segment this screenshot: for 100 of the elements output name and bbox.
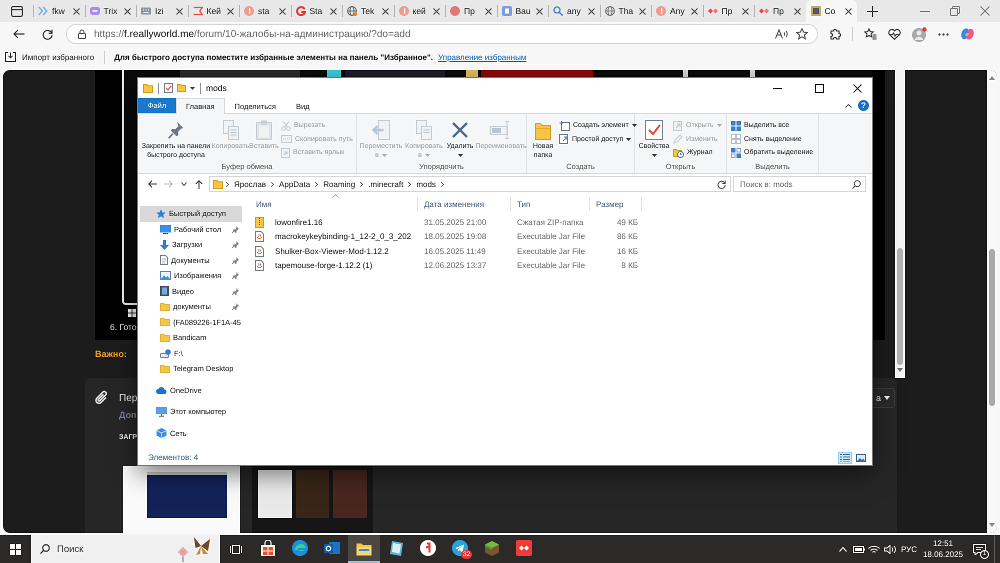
browser-tab[interactable]: Izi [136, 0, 188, 22]
puzzle-icon[interactable] [829, 28, 841, 40]
close-icon[interactable] [382, 8, 388, 14]
close-icon[interactable] [690, 8, 698, 14]
new-item-icon[interactable] [559, 120, 570, 131]
close-icon[interactable] [742, 8, 749, 14]
browser-tab[interactable]: fkw [33, 0, 84, 22]
read-aloud-icon[interactable] [775, 29, 788, 39]
refresh-icon[interactable] [717, 180, 726, 188]
close-icon[interactable] [227, 8, 234, 14]
import-favorites-button[interactable]: Импорт избранного [5, 48, 98, 66]
taskbar-search-field[interactable]: Поиск [31, 535, 220, 563]
search-field[interactable]: Поиск в: mods [733, 176, 866, 192]
dropdown-button[interactable]: а [873, 388, 895, 408]
screenshot-drawing[interactable] [252, 466, 373, 533]
more-icon[interactable] [938, 32, 949, 36]
up-arrow-icon[interactable] [195, 180, 204, 188]
breadcrumb-item[interactable]: AppData [277, 180, 312, 188]
column-header[interactable]: Имя [250, 197, 418, 211]
file-name[interactable]: macrokeykeybinding-1_12-2_0_3_202 [269, 232, 412, 242]
browser-tab[interactable]: Sta [290, 0, 342, 22]
close-icon[interactable] [639, 8, 646, 14]
taskbar-app-button[interactable] [348, 535, 380, 563]
close-icon[interactable] [433, 8, 440, 14]
window-icon[interactable] [10, 6, 22, 16]
tiles-view-button[interactable] [854, 452, 868, 464]
battery-icon[interactable] [852, 546, 864, 552]
maximize-icon[interactable] [814, 84, 824, 92]
refresh-icon[interactable] [42, 28, 52, 40]
screenshot-drawing[interactable] [123, 466, 240, 533]
plus-icon[interactable] [866, 6, 878, 16]
grid-icon[interactable] [731, 148, 741, 158]
language-indicator[interactable]: РУС [900, 544, 918, 554]
browser-tab[interactable]: Trix [84, 0, 136, 22]
avatar-icon[interactable] [912, 26, 927, 42]
close-icon[interactable] [278, 8, 286, 14]
chevron-up-icon[interactable] [845, 104, 852, 108]
column-header[interactable]: Размер [590, 197, 642, 211]
file-name[interactable]: Shulker-Box-Viewer-Mod-1.12.2 [269, 246, 389, 256]
details-view-button[interactable] [838, 452, 852, 464]
close-icon[interactable] [536, 8, 543, 14]
file-name[interactable]: lowonfire1.16 [269, 218, 323, 227]
scroll-up-arrow-icon[interactable] [989, 76, 995, 80]
column-header[interactable]: Тип [511, 197, 590, 211]
task-view-icon[interactable] [230, 544, 242, 554]
breadcrumb-item[interactable]: Roaming [321, 180, 358, 188]
help-button[interactable]: ? [858, 100, 869, 111]
star-icon[interactable] [796, 28, 808, 40]
restore-icon[interactable] [950, 6, 960, 16]
back-icon[interactable] [13, 29, 25, 39]
close-icon[interactable] [588, 8, 594, 14]
close-icon[interactable] [72, 8, 80, 14]
manage-favorites-link[interactable]: Управление избранным [438, 52, 526, 62]
browser-tab[interactable]: Any [651, 0, 702, 22]
close-icon[interactable] [176, 8, 182, 14]
browser-tab[interactable]: кей [394, 0, 445, 22]
address-field[interactable]: https://f.reallyworld.me/forum/10-жалобы-на-администрацию/?do=add [66, 24, 818, 44]
grid-icon[interactable] [731, 120, 741, 131]
chevron-icon[interactable] [315, 182, 318, 186]
close-icon[interactable] [484, 8, 492, 14]
wifi-icon[interactable] [868, 544, 880, 554]
close-icon[interactable] [794, 8, 800, 14]
caret-icon[interactable] [190, 86, 195, 90]
breadcrumb-item[interactable]: mods [414, 180, 438, 188]
scrollbar-track[interactable] [987, 70, 997, 533]
favorites-icon[interactable] [864, 28, 877, 40]
chevron-icon[interactable] [271, 182, 274, 186]
address-field[interactable]: Ярослав AppData Roaming .minecraft mods [209, 176, 731, 192]
chevron-icon[interactable] [226, 182, 229, 186]
browser-tab[interactable]: Tek [342, 0, 394, 22]
scroll-down-arrow-icon[interactable] [989, 523, 995, 527]
chevron-icon[interactable] [440, 182, 444, 186]
windows-logo-icon[interactable] [10, 544, 21, 554]
browser-tab[interactable]: Пр [754, 0, 806, 22]
swirl-logo-icon[interactable] [960, 27, 975, 41]
breadcrumb-item[interactable]: Ярослав [232, 180, 268, 188]
scrollbar-track[interactable] [895, 70, 905, 378]
checkmark-document-icon[interactable] [645, 120, 663, 140]
browser-tab[interactable]: Bau [496, 0, 548, 22]
browser-tab[interactable]: Пр [445, 0, 496, 22]
breadcrumb-item[interactable]: .minecraft [366, 180, 406, 188]
browser-tab[interactable]: sta [239, 0, 290, 22]
volume-icon[interactable] [884, 544, 896, 554]
scroll-down-arrow-icon[interactable] [897, 368, 903, 372]
checkmark-document-icon[interactable] [164, 83, 173, 93]
column-header[interactable]: Дата изменения [418, 197, 511, 211]
chevron-icon[interactable] [360, 182, 364, 186]
chevron-icon[interactable] [408, 182, 412, 186]
scrollbar-thumb[interactable] [897, 248, 903, 365]
close-icon[interactable] [852, 84, 862, 92]
heart-pulse-icon[interactable] [888, 28, 901, 40]
caret-icon[interactable] [180, 182, 187, 186]
pin-icon[interactable] [168, 121, 184, 139]
close-icon[interactable] [845, 8, 852, 14]
clock[interactable]: 12:51 18.06.2025 [921, 535, 965, 563]
browser-tab[interactable]: Пр [702, 0, 754, 22]
file-name[interactable]: tapemouse-forge-1.12.2 (1) [269, 261, 372, 270]
browser-tab[interactable]: Tha [600, 0, 651, 22]
browser-tab[interactable]: any [548, 0, 600, 22]
search-icon[interactable] [852, 180, 861, 188]
